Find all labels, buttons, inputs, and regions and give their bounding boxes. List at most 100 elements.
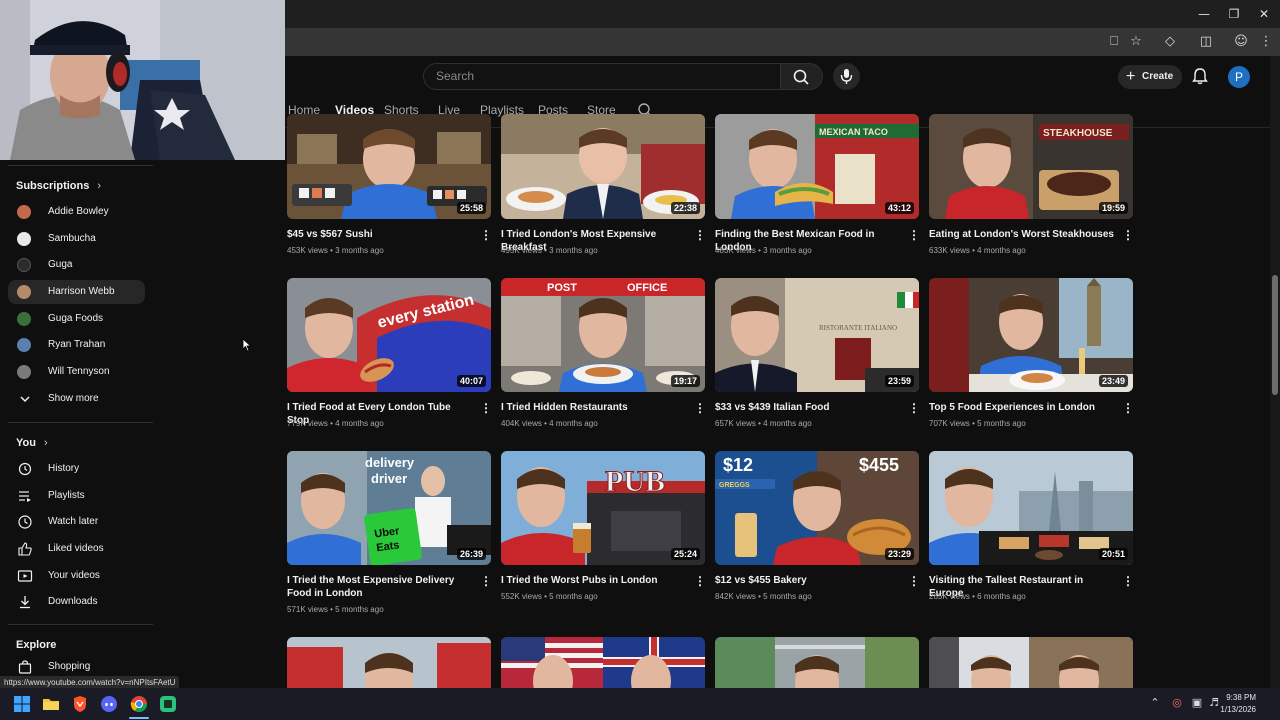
- more-options-icon[interactable]: ⋮: [908, 575, 920, 587]
- sidebar-item-watch-later[interactable]: Watch later: [8, 510, 145, 534]
- video-thumbnail[interactable]: [715, 637, 919, 688]
- brave-browser-icon[interactable]: [70, 694, 90, 714]
- video-title[interactable]: Top 5 Food Experiences in London: [929, 401, 1115, 414]
- sidebar-item-harrison-webb[interactable]: Harrison Webb: [8, 280, 145, 304]
- search-button[interactable]: [781, 63, 823, 90]
- video-thumbnail[interactable]: POST OFFICE 19:17: [501, 278, 705, 392]
- video-thumbnail[interactable]: 20:51: [929, 451, 1133, 565]
- bookmark-star-icon[interactable]: ☆: [1126, 32, 1146, 52]
- more-options-icon[interactable]: ⋮: [1122, 229, 1134, 241]
- sidebar-item-addie-bowley[interactable]: Addie Bowley: [8, 200, 145, 224]
- sidebar-item-downloads[interactable]: Downloads: [8, 590, 145, 614]
- sidebar-item-guga[interactable]: Guga: [8, 253, 145, 277]
- video-thumbnail[interactable]: RISTORANTE ITALIANO 23:59: [715, 278, 919, 392]
- video-thumbnail[interactable]: PUB 25:24: [501, 451, 705, 565]
- more-options-icon[interactable]: ⋮: [480, 575, 492, 587]
- create-button[interactable]: + Create: [1118, 65, 1182, 89]
- thumbnail-text: RISTORANTE ITALIANO: [819, 324, 897, 332]
- more-options-icon[interactable]: ⋮: [694, 402, 706, 414]
- taskbar-clock[interactable]: 9:38 PM 1/13/2026: [1220, 692, 1256, 716]
- microphone-icon[interactable]: ◎: [1170, 696, 1184, 710]
- video-meta: 404K views • 4 months ago: [501, 419, 598, 428]
- video-thumbnail[interactable]: STEAKHOUSE 19:59: [929, 114, 1133, 219]
- app-launcher-icon[interactable]: [158, 694, 178, 714]
- video-meta: 265K views • 6 months ago: [929, 592, 1026, 601]
- sidebar-item-sambucha[interactable]: Sambucha: [8, 227, 145, 251]
- history-icon: [18, 462, 32, 476]
- windows-start-icon[interactable]: [12, 694, 32, 714]
- sidebar-item-your-videos[interactable]: Your videos: [8, 564, 145, 588]
- minimize-icon[interactable]: —: [1188, 4, 1220, 24]
- video-thumbnail[interactable]: 22:38: [501, 114, 705, 219]
- more-options-icon[interactable]: ⋮: [694, 229, 706, 241]
- network-icon[interactable]: ▣: [1190, 696, 1204, 710]
- profile-icon[interactable]: ☺: [1231, 32, 1251, 52]
- video-thumbnail[interactable]: [287, 637, 491, 688]
- sidebar-item-will-tennyson[interactable]: Will Tennyson: [8, 360, 145, 384]
- search-input[interactable]: Search: [423, 63, 781, 90]
- active-app-indicator: [129, 717, 149, 719]
- video-title[interactable]: I Tried the Most Expensive Delivery Food…: [287, 574, 473, 600]
- page-scrollbar-thumb[interactable]: [1272, 275, 1278, 395]
- sidebar-item-liked-videos[interactable]: Liked videos: [8, 537, 145, 561]
- notifications-button[interactable]: [1190, 66, 1210, 86]
- show-more-button[interactable]: Show more: [8, 387, 145, 411]
- video-title[interactable]: $45 vs $567 Sushi: [287, 228, 473, 241]
- more-options-icon[interactable]: ⋮: [908, 229, 920, 241]
- video-title[interactable]: Eating at London's Worst Steakhouses: [929, 228, 1115, 241]
- sidebar-item-guga-foods[interactable]: Guga Foods: [8, 307, 145, 331]
- more-options-icon[interactable]: ⋮: [694, 575, 706, 587]
- thumbnail-text: PUB: [605, 465, 665, 498]
- video-thumbnail[interactable]: delivery driver Uber Eats 26:39: [287, 451, 491, 565]
- file-explorer-icon[interactable]: [41, 694, 61, 714]
- account-avatar[interactable]: P: [1228, 66, 1250, 88]
- you-heading[interactable]: You ›: [16, 437, 48, 449]
- video-thumbnail[interactable]: MEXICAN TACO 43:12: [715, 114, 919, 219]
- video-title[interactable]: I Tried Hidden Restaurants: [501, 401, 687, 414]
- more-options-icon[interactable]: ⋮: [908, 402, 920, 414]
- thumbnail-text: driver: [371, 471, 407, 486]
- voice-search-button[interactable]: [833, 63, 860, 90]
- video-thumbnail[interactable]: 23:49: [929, 278, 1133, 392]
- video-thumbnail[interactable]: every station 40:07: [287, 278, 491, 392]
- video-title[interactable]: $12 vs $455 Bakery: [715, 574, 901, 587]
- browser-menu-icon[interactable]: ⋮: [1256, 32, 1276, 52]
- sidebar-item-history[interactable]: History: [8, 457, 145, 481]
- discord-icon[interactable]: [99, 694, 119, 714]
- sidebar-item-ryan-trahan[interactable]: Ryan Trahan: [8, 333, 145, 357]
- video-thumbnail[interactable]: 25:58: [287, 114, 491, 219]
- side-panel-icon[interactable]: ◫: [1196, 32, 1216, 52]
- channel-avatar: [17, 365, 31, 379]
- video-thumbnail[interactable]: [929, 637, 1133, 688]
- duration-badge: 23:59: [884, 375, 914, 387]
- windows-taskbar: ⌃ ◎ ▣ ♬ 9:38 PM 1/13/2026: [0, 688, 1280, 720]
- thumbnail-text: MEXICAN TACO: [819, 127, 888, 137]
- more-options-icon[interactable]: ⋮: [1122, 402, 1134, 414]
- restore-icon[interactable]: ❐: [1218, 4, 1250, 24]
- video-meta: 571K views • 5 months ago: [287, 605, 384, 614]
- more-options-icon[interactable]: ⋮: [480, 402, 492, 414]
- close-icon[interactable]: ✕: [1248, 4, 1280, 24]
- video-meta: 842K views • 5 months ago: [715, 592, 812, 601]
- create-label: Create: [1142, 71, 1174, 82]
- extensions-icon[interactable]: ◇: [1160, 32, 1180, 52]
- more-options-icon[interactable]: ⋮: [480, 229, 492, 241]
- chrome-icon[interactable]: [129, 694, 149, 714]
- sidebar-item-playlists[interactable]: Playlists: [8, 484, 145, 508]
- webcam-overlay: [0, 0, 285, 160]
- duration-badge: 20:51: [1098, 548, 1128, 560]
- volume-icon[interactable]: ♬: [1207, 696, 1221, 710]
- show-hidden-icons-chevron-icon[interactable]: ⌃: [1148, 696, 1162, 710]
- thumbnail-text: POST: [547, 282, 577, 294]
- install-app-icon[interactable]: ⎕: [1104, 32, 1124, 52]
- thumbnail-text: delivery: [365, 455, 415, 470]
- duration-badge: 40:07: [456, 375, 486, 387]
- microphone-icon: [840, 69, 853, 84]
- subscriptions-heading[interactable]: Subscriptions ›: [16, 180, 101, 192]
- duration-badge: 19:59: [1098, 202, 1128, 214]
- video-title[interactable]: $33 vs $439 Italian Food: [715, 401, 901, 414]
- video-title[interactable]: I Tried the Worst Pubs in London: [501, 574, 687, 587]
- video-thumbnail[interactable]: $12 $455 GREGGS 23:29: [715, 451, 919, 565]
- more-options-icon[interactable]: ⋮: [1122, 575, 1134, 587]
- video-thumbnail[interactable]: [501, 637, 705, 688]
